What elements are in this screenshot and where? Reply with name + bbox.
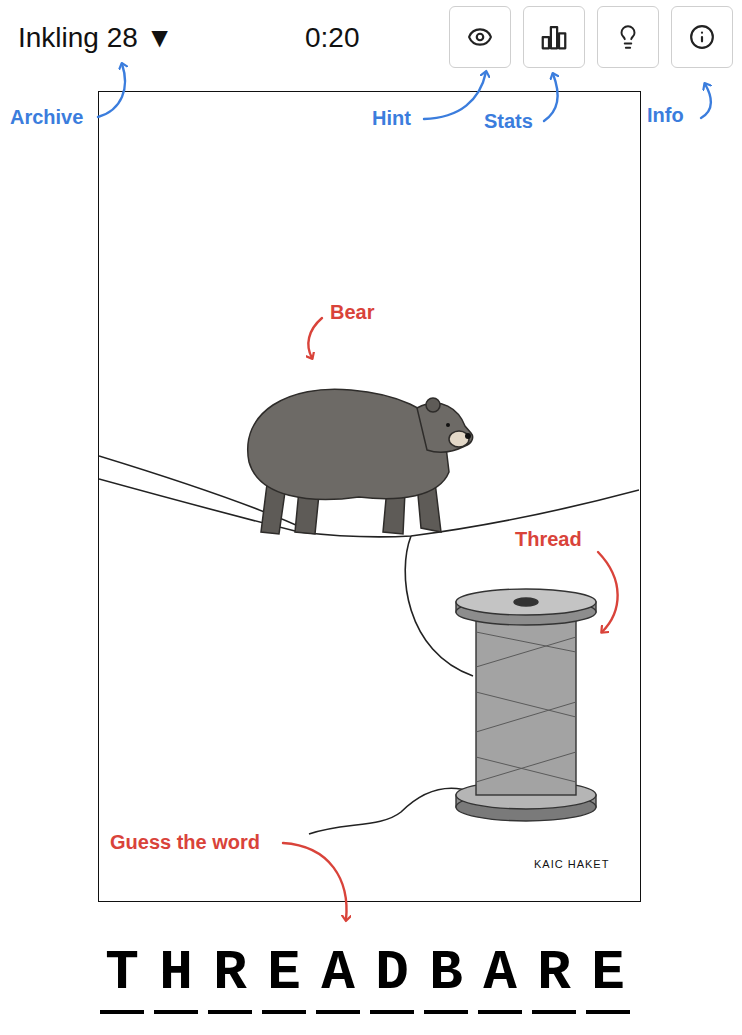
letter-tile[interactable]: E [586,940,630,1014]
letter: A [483,940,517,1006]
annotation-label: Archive [10,105,83,129]
letter-tile[interactable]: D [370,940,414,1014]
letter: T [105,940,139,1006]
letter-underline [154,1010,198,1014]
letter: E [267,940,301,1006]
letter: H [159,940,193,1006]
letter-underline [100,1010,144,1014]
answer-row[interactable]: THREADBARE [100,940,742,1014]
letter-tile[interactable]: A [316,940,360,1014]
toolbar [449,6,733,68]
info-icon [689,24,715,50]
eye-icon [467,24,493,50]
annotation-arrow [701,84,711,118]
spool [456,589,596,821]
annotation-arrows [0,0,742,1035]
stats-icon [539,22,569,52]
letter: E [591,940,625,1006]
letter-underline [424,1010,468,1014]
annotation-arrow [598,552,618,632]
archive-dropdown[interactable]: Inkling 28 ▼ [18,22,305,54]
signature: KAIC HAKET [534,858,609,870]
annotation-label: Stats [484,109,533,133]
letter-tile[interactable]: E [262,940,306,1014]
letter: B [429,940,463,1006]
annotation-arrow [424,72,486,119]
letter-underline [262,1010,306,1014]
letter-underline [586,1010,630,1014]
letter-underline [316,1010,360,1014]
tips-button[interactable] [597,6,659,68]
page: Inkling 28 ▼0:20KAIC HAKETTHREADBAREArch… [0,0,742,1035]
annotation-arrow [283,843,346,920]
info-button[interactable] [671,6,733,68]
annotation-arrow [308,318,322,358]
annotation-label: Bear [330,300,374,324]
annotation-arrow [98,64,125,117]
letter: R [537,940,571,1006]
letter-tile[interactable]: R [208,940,252,1014]
top-bar: Inkling 28 ▼0:20 [0,0,742,75]
letter-tile[interactable]: B [424,940,468,1014]
annotation-arrow [544,74,557,121]
annotation-label: Thread [515,527,582,551]
annotation-label: Info [647,103,684,127]
annotation-label: Guess the word [110,830,260,854]
stats-button[interactable] [523,6,585,68]
letter-underline [370,1010,414,1014]
lightbulb-icon [615,24,641,50]
cartoon-panel: KAIC HAKET [98,91,641,902]
letter: R [213,940,247,1006]
letter-tile[interactable]: T [100,940,144,1014]
letter-tile[interactable]: R [532,940,576,1014]
rope [99,456,639,834]
letter-underline [532,1010,576,1014]
letter-tile[interactable]: A [478,940,522,1014]
letter-underline [478,1010,522,1014]
hint-button[interactable] [449,6,511,68]
cartoon: KAIC HAKET [99,92,639,900]
letter: A [321,940,355,1006]
letter-underline [208,1010,252,1014]
bear [248,389,473,534]
annotation-label: Hint [372,106,411,130]
letter-tile[interactable]: H [154,940,198,1014]
timer: 0:20 [305,22,360,54]
letter: D [375,940,409,1006]
